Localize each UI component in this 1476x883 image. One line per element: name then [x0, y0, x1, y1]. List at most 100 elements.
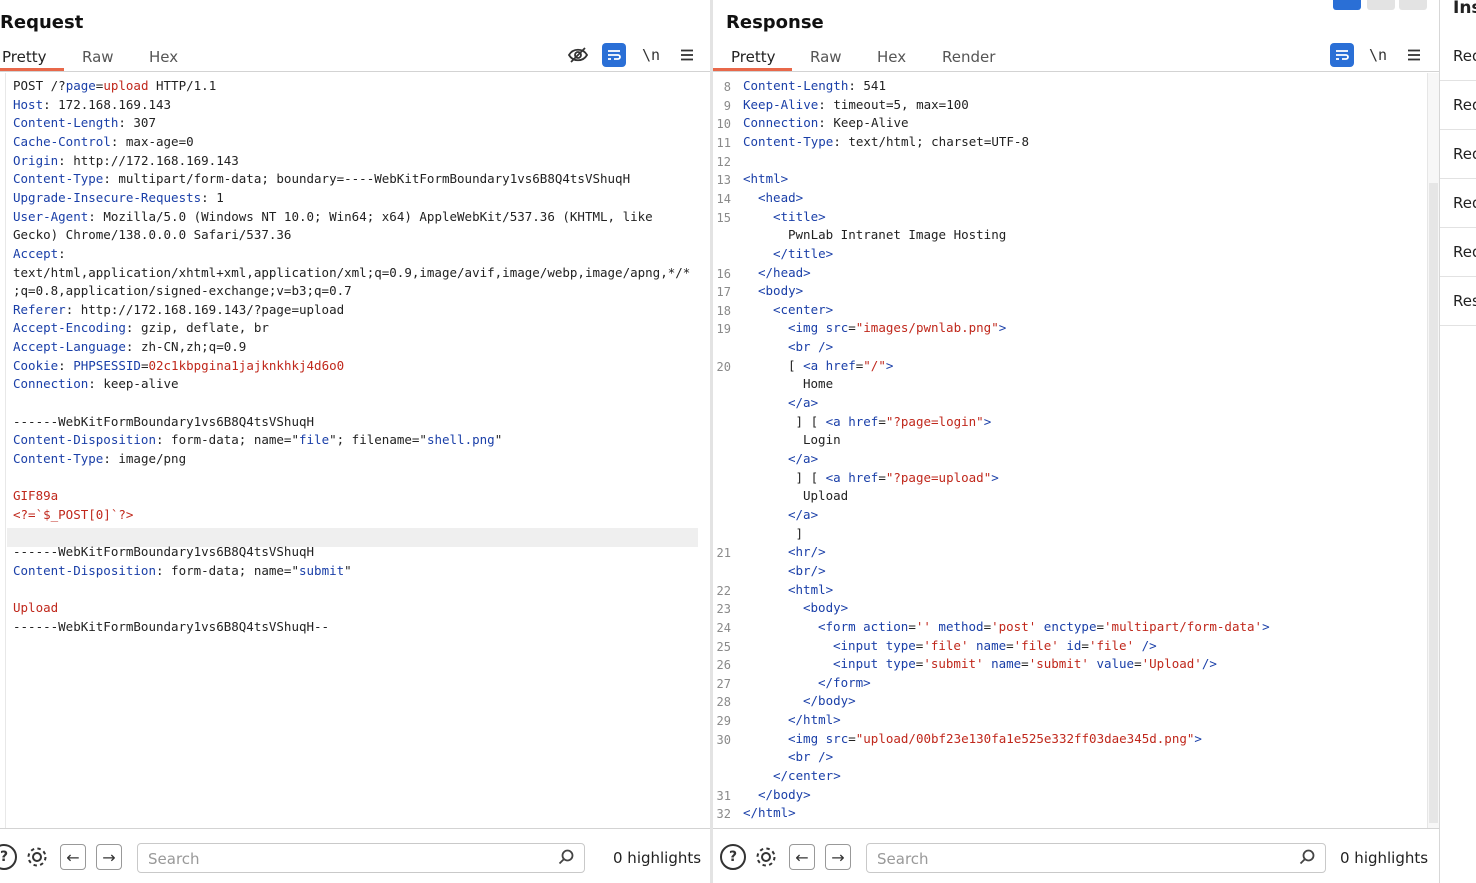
response-code-line: <input type='file' name='file' id='file'…: [833, 636, 1157, 655]
response-tab-pretty[interactable]: Pretty: [731, 48, 776, 66]
inspector-item[interactable]: Req: [1440, 130, 1476, 179]
inspector-item-label: Req: [1453, 243, 1476, 261]
response-code-line: <form action='' method='post' enctype='m…: [818, 617, 1270, 636]
code-token: : http://172.168.169.143: [58, 152, 239, 168]
hide-eye-icon[interactable]: [566, 43, 590, 67]
request-tab-raw[interactable]: Raw: [82, 48, 114, 66]
response-code-line: Upload: [803, 486, 848, 505]
code-token: >: [1194, 730, 1202, 746]
code-token: <a: [825, 413, 849, 429]
code-token: <body>: [803, 600, 849, 616]
line-number: [713, 563, 731, 582]
code-token: : 1: [201, 189, 224, 205]
code-token: =: [848, 730, 856, 746]
code-token: Home: [803, 376, 834, 392]
inspector-item[interactable]: Req: [1440, 81, 1476, 130]
request-footer: ? ← → Search 0 highlights: [0, 828, 710, 883]
pretty-format-icon[interactable]: [602, 43, 626, 67]
response-code-line: </title>: [773, 244, 833, 263]
request-tab-hex[interactable]: Hex: [149, 48, 178, 66]
response-code-line: Keep-Alive: timeout=5, max=100: [743, 95, 969, 114]
line-number: 14: [716, 191, 731, 206]
line-number: 27: [716, 676, 731, 691]
line-number: [713, 432, 731, 451]
menu-icon[interactable]: [675, 43, 699, 67]
code-token: 'file': [1088, 637, 1142, 653]
inspector-item[interactable]: Req: [1440, 228, 1476, 277]
line-number: 12: [716, 154, 731, 169]
settings-gear-icon[interactable]: [24, 844, 50, 870]
next-arrow-icon[interactable]: →: [96, 844, 122, 870]
response-tab-hex[interactable]: Hex: [877, 48, 906, 66]
request-code-line: User-Agent: Mozilla/5.0 (Windows NT 10.0…: [13, 207, 653, 226]
newline-toggle-icon[interactable]: \n: [639, 43, 663, 67]
line-number: 20: [716, 359, 731, 374]
response-code-line: ] [ <a href="?page=login">: [788, 412, 992, 431]
scrollbar-thumb[interactable]: [1429, 183, 1438, 823]
request-code-line: Content-Type: image/png: [13, 449, 186, 468]
settings-gear-icon[interactable]: [753, 844, 779, 870]
help-icon[interactable]: ?: [0, 844, 17, 870]
request-search-input[interactable]: Search: [137, 843, 585, 873]
code-token: =: [908, 618, 916, 634]
tab-divider: [0, 71, 710, 72]
line-number: [713, 339, 731, 358]
response-code-line: PwnLab Intranet Image Hosting: [788, 225, 1006, 244]
inspector-item[interactable]: Res: [1440, 277, 1476, 326]
code-token: ": [494, 432, 503, 448]
response-scrollbar[interactable]: [1427, 73, 1439, 828]
request-editor[interactable]: POST /?page=upload HTTP/1.1 Host: 172.168…: [0, 73, 710, 828]
code-token: "; filename=": [329, 432, 427, 448]
inspector-item[interactable]: Req: [1440, 32, 1476, 81]
code-token: 'post': [991, 618, 1044, 634]
response-search-input[interactable]: Search: [866, 843, 1326, 873]
code-token: name: [991, 656, 1022, 672]
code-token: =: [1096, 618, 1105, 634]
code-token: ] [: [788, 413, 826, 429]
layout-vertical-icon[interactable]: [1399, 0, 1427, 10]
code-token: :: [58, 245, 66, 261]
code-token: id: [1066, 637, 1082, 653]
code-token: <br/>: [788, 562, 826, 578]
response-editor[interactable]: 8 Content-Length: 541 9 Keep-Alive: timeout…: [713, 73, 1439, 828]
code-token: Upload: [13, 600, 59, 616]
menu-icon[interactable]: [1402, 43, 1426, 67]
code-token: action: [863, 618, 909, 634]
request-code-line: Content-Disposition: form-data; name="su…: [13, 561, 352, 580]
code-token: : 172.168.169.143: [43, 96, 172, 112]
code-token: Content-Disposition: [13, 562, 156, 578]
search-icon: [558, 849, 574, 869]
code-token: PwnLab Intranet Image Hosting: [788, 227, 1007, 243]
request-tab-pretty[interactable]: Pretty: [2, 48, 47, 66]
code-token: : timeout=5, max=100: [818, 96, 969, 112]
response-tab-render[interactable]: Render: [942, 48, 995, 66]
response-code-line: <body>: [803, 598, 848, 617]
response-code-line: </a>: [788, 505, 818, 524]
line-number: [713, 526, 731, 545]
code-token: '': [915, 618, 939, 634]
pretty-format-icon[interactable]: [1330, 43, 1354, 67]
next-arrow-icon[interactable]: →: [825, 844, 851, 870]
code-token: : 307: [118, 115, 156, 131]
help-icon[interactable]: ?: [720, 844, 746, 870]
previous-arrow-icon[interactable]: ←: [789, 844, 815, 870]
newline-toggle-icon[interactable]: \n: [1366, 43, 1390, 67]
response-code-line: </body>: [803, 691, 856, 710]
code-token: type: [885, 637, 916, 653]
code-token: HTTP/1.1: [148, 78, 217, 93]
code-token: Login: [803, 432, 841, 448]
code-token: "?page=upload": [885, 469, 992, 485]
response-code-line: <br />: [788, 337, 833, 356]
previous-arrow-icon[interactable]: ←: [60, 844, 86, 870]
code-token: <form: [818, 618, 864, 634]
request-code-line: Gecko) Chrome/138.0.0.0 Safari/537.36: [13, 225, 291, 244]
response-tab-raw[interactable]: Raw: [810, 48, 842, 66]
layout-horizontal-icon[interactable]: [1367, 0, 1395, 10]
response-code-line: <img src="upload/00bf23e130fa1e525e332ff…: [788, 729, 1202, 748]
code-token: Upgrade-Insecure-Requests: [13, 189, 202, 205]
layout-buttons: [1331, 0, 1431, 12]
inspector-item[interactable]: Req: [1440, 179, 1476, 228]
layout-split-icon[interactable]: [1333, 0, 1361, 10]
line-number: 9: [723, 98, 731, 113]
line-number: 25: [716, 639, 731, 654]
